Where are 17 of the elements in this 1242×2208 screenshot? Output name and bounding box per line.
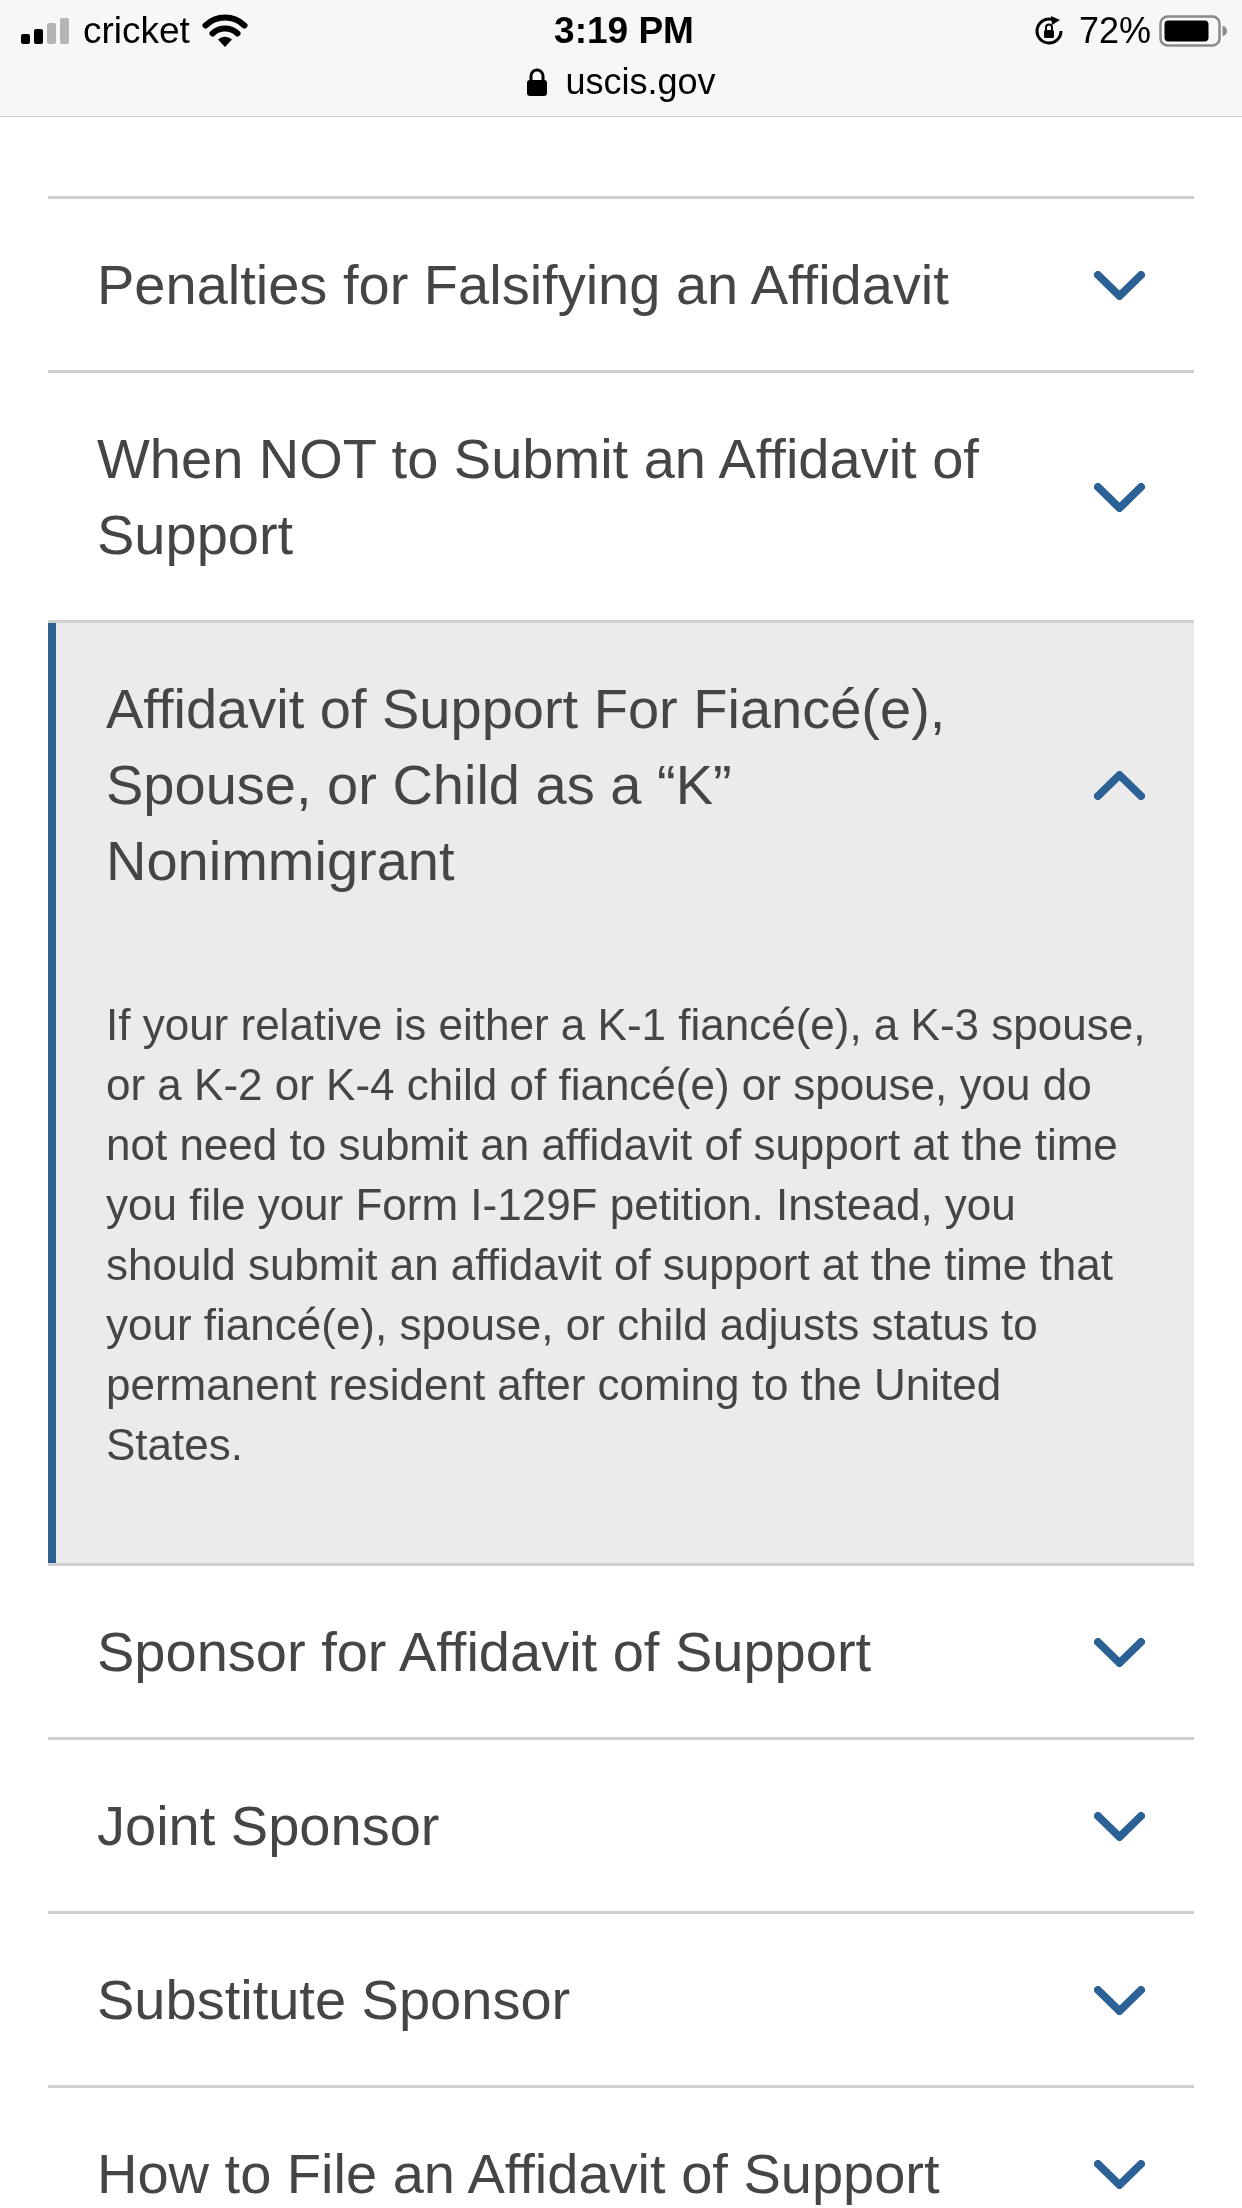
accordion-header[interactable]: Sponsor for Affidavit of Support — [48, 1566, 1194, 1737]
battery-percent: 72% — [1078, 9, 1151, 53]
accordion-header[interactable]: How to File an Affidavit of Support — [48, 2088, 1194, 2208]
accordion-header[interactable]: Penalties for Falsifying an Affidavit — [48, 199, 1194, 370]
accordion-header[interactable]: Joint Sponsor — [48, 1740, 1194, 1911]
clock-time: 3:19 PM — [554, 9, 694, 53]
battery-icon — [1159, 15, 1227, 47]
rotation-lock-icon — [1032, 15, 1065, 47]
url-label[interactable]: uscis.gov — [565, 62, 716, 102]
signal-icon — [21, 18, 69, 44]
lock-icon — [526, 68, 549, 96]
carrier-label: cricket — [83, 9, 190, 53]
wifi-icon — [201, 14, 248, 48]
accordion-header[interactable]: When NOT to Submit an Affidavit of Support — [48, 373, 1194, 620]
accordion-header[interactable]: Affidavit of Support For Fiancé(e), Spouse, or Child as a “K” Nonimmigrant — [56, 623, 1194, 947]
accordion-header[interactable]: Substitute Sponsor — [48, 1914, 1194, 2085]
accordion-body-text: If your relative is either a K-1 fiancé(e), a K-3 spouse, or a K-2 or K-4 child of fiancé(e) or spouse, you do not need to submit an affidavit of support at the time you file your Form I-129F petition. Instead, you should submit an affidavit of support at the time that your fiancé(e), spouse, or child adjusts status to permanent resident after coming to the United States. — [106, 999, 1147, 1471]
